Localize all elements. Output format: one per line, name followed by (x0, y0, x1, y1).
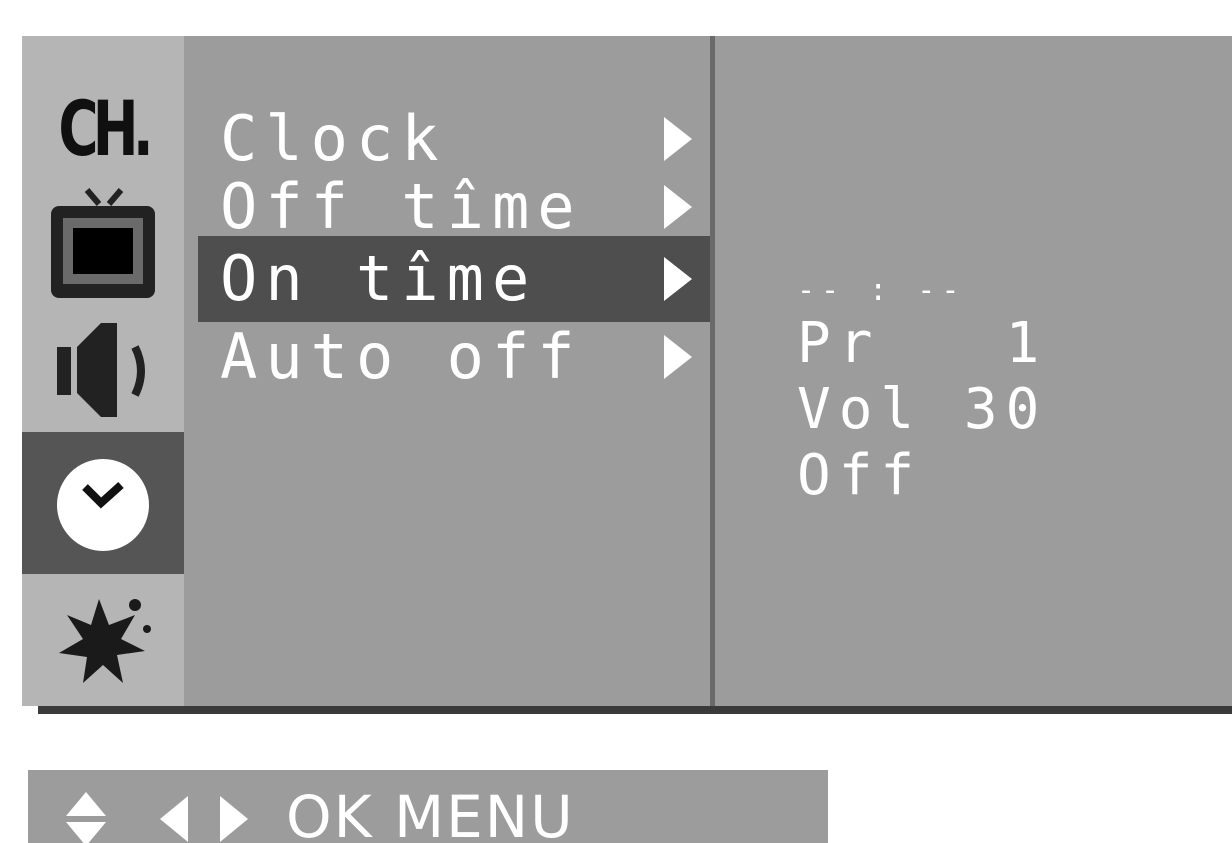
menu-item-label: Auto off (220, 320, 583, 393)
menu-item-label: Clock (220, 102, 447, 175)
menu-item-on-time[interactable]: On tîme (198, 236, 712, 322)
help-text: OK MENU (286, 783, 575, 843)
on-time-value: -- : -- (797, 273, 966, 308)
help-bar: OK MENU (28, 770, 828, 843)
program-value: Pr 1 (797, 311, 1048, 376)
panel-divider (710, 36, 715, 706)
sidebar-item-special[interactable] (22, 576, 184, 702)
arrow-right-icon (664, 257, 692, 301)
clock-icon (57, 459, 149, 551)
panel-shadow (38, 706, 1232, 714)
menu-item-clock[interactable]: Clock (198, 104, 712, 174)
time-menu: Clock Off tîme On tîme Auto off (184, 36, 712, 706)
menu-item-label: Off tîme (220, 170, 583, 243)
sidebar-item-time[interactable] (22, 432, 184, 574)
menu-item-label: On tîme (220, 242, 538, 315)
menu-item-auto-off[interactable]: Auto off (198, 322, 712, 392)
sidebar-item-sound[interactable] (22, 304, 184, 432)
up-down-icon (66, 792, 106, 843)
on-time-status: Off (797, 443, 923, 508)
category-sidebar: CH. (22, 36, 184, 706)
arrow-right-icon (664, 185, 692, 229)
sidebar-item-channel[interactable]: CH. (22, 60, 184, 196)
sidebar-item-picture[interactable] (22, 186, 184, 304)
volume-value: Vol 30 (797, 377, 1048, 442)
channel-label: CH. (58, 83, 153, 173)
speaker-icon (57, 323, 145, 417)
tv-icon (51, 188, 155, 298)
arrow-right-icon (664, 335, 692, 379)
arrow-right-icon (664, 117, 692, 161)
menu-item-off-time[interactable]: Off tîme (198, 172, 712, 242)
star-burst-icon (59, 599, 151, 683)
left-right-icon (160, 796, 248, 842)
osd-panel: CH. Clock Off tîme On tîme Auto off --:… (22, 36, 1232, 706)
